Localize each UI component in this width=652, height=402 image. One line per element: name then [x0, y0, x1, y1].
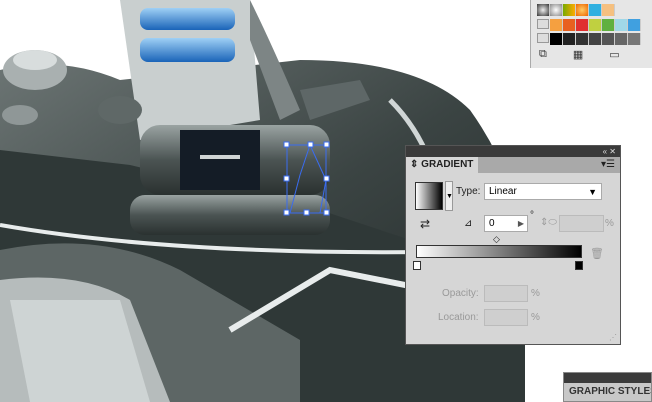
swatch[interactable]: [576, 19, 589, 31]
swatches-panel: ⧉ ▦ ▭: [530, 0, 652, 68]
color-stop-white[interactable]: [413, 261, 421, 270]
gradient-panel: « ✕ ⇕ GRADIENT ▾☰ ▼ Type: Linear ▼ ⇄ ⊿ 0 ▶…: [405, 145, 621, 345]
swatch[interactable]: [589, 4, 602, 16]
swatch[interactable]: [602, 4, 615, 16]
panel-title: GRADIENT: [421, 159, 474, 170]
swatch-row-3[interactable]: [537, 33, 641, 45]
folder-icon: [537, 33, 549, 43]
reverse-gradient-icon[interactable]: ⇄: [420, 217, 430, 231]
swatch[interactable]: [537, 4, 550, 16]
location-input[interactable]: [484, 309, 528, 326]
type-select[interactable]: Linear ▼: [484, 183, 602, 200]
swatch[interactable]: [550, 33, 563, 45]
gradient-presets-dropdown[interactable]: ▼: [445, 181, 453, 211]
swatch[interactable]: [563, 33, 576, 45]
aspect-ratio-icon: ⇕⬭: [540, 217, 557, 228]
swatch[interactable]: [550, 4, 563, 16]
opacity-label: Opacity:: [442, 288, 479, 299]
angle-value: 0: [489, 218, 495, 229]
swatch[interactable]: [550, 19, 563, 31]
close-panel-button[interactable]: ✕: [609, 147, 616, 156]
swatch-row-2[interactable]: [537, 19, 641, 31]
aspect-ratio-input[interactable]: [559, 215, 604, 232]
opacity-unit: %: [531, 288, 540, 299]
type-label: Type:: [456, 186, 481, 197]
swatch[interactable]: [576, 4, 589, 16]
tab-gradient[interactable]: ⇕ GRADIENT: [406, 157, 478, 173]
type-value: Linear: [489, 186, 517, 197]
swatch-options-icon[interactable]: ▭: [609, 48, 619, 61]
show-swatch-kinds-icon[interactable]: ▦: [573, 48, 583, 61]
tab-graphic-styles[interactable]: GRAPHIC STYLES: [564, 383, 651, 397]
angle-icon: ⊿: [464, 218, 473, 229]
aspect-unit: %: [605, 218, 614, 229]
midpoint-diamond[interactable]: ◇: [493, 234, 500, 245]
swatch[interactable]: [602, 19, 615, 31]
opacity-input[interactable]: [484, 285, 528, 302]
swatch-row-1[interactable]: [537, 4, 615, 16]
gradient-slider[interactable]: [416, 245, 582, 258]
gradient-preview-swatch[interactable]: [415, 182, 443, 210]
swatch[interactable]: [628, 19, 641, 31]
angle-unit: °: [530, 210, 534, 221]
folder-icon: [537, 19, 549, 29]
swatch[interactable]: [589, 33, 602, 45]
swatch-libraries-icon[interactable]: ⧉: [539, 48, 547, 61]
swatch[interactable]: [602, 33, 615, 45]
graphic-styles-panel: GRAPHIC STYLES: [563, 372, 652, 402]
swatch[interactable]: [563, 4, 576, 16]
swatch[interactable]: [615, 33, 628, 45]
delete-stop-icon[interactable]: 🗑: [590, 247, 604, 260]
swatch[interactable]: [589, 19, 602, 31]
color-stop-black[interactable]: [575, 261, 583, 270]
angle-input[interactable]: 0 ▶: [484, 215, 528, 232]
collapse-panel-button[interactable]: «: [603, 147, 607, 156]
swatch[interactable]: [628, 33, 641, 45]
swatch[interactable]: [576, 33, 589, 45]
location-unit: %: [531, 312, 540, 323]
swatch[interactable]: [615, 19, 628, 31]
location-label: Location:: [438, 312, 479, 323]
swatch[interactable]: [563, 19, 576, 31]
panel-menu-icon[interactable]: ▾☰: [601, 159, 615, 170]
resize-grip[interactable]: ⋰: [609, 333, 617, 342]
